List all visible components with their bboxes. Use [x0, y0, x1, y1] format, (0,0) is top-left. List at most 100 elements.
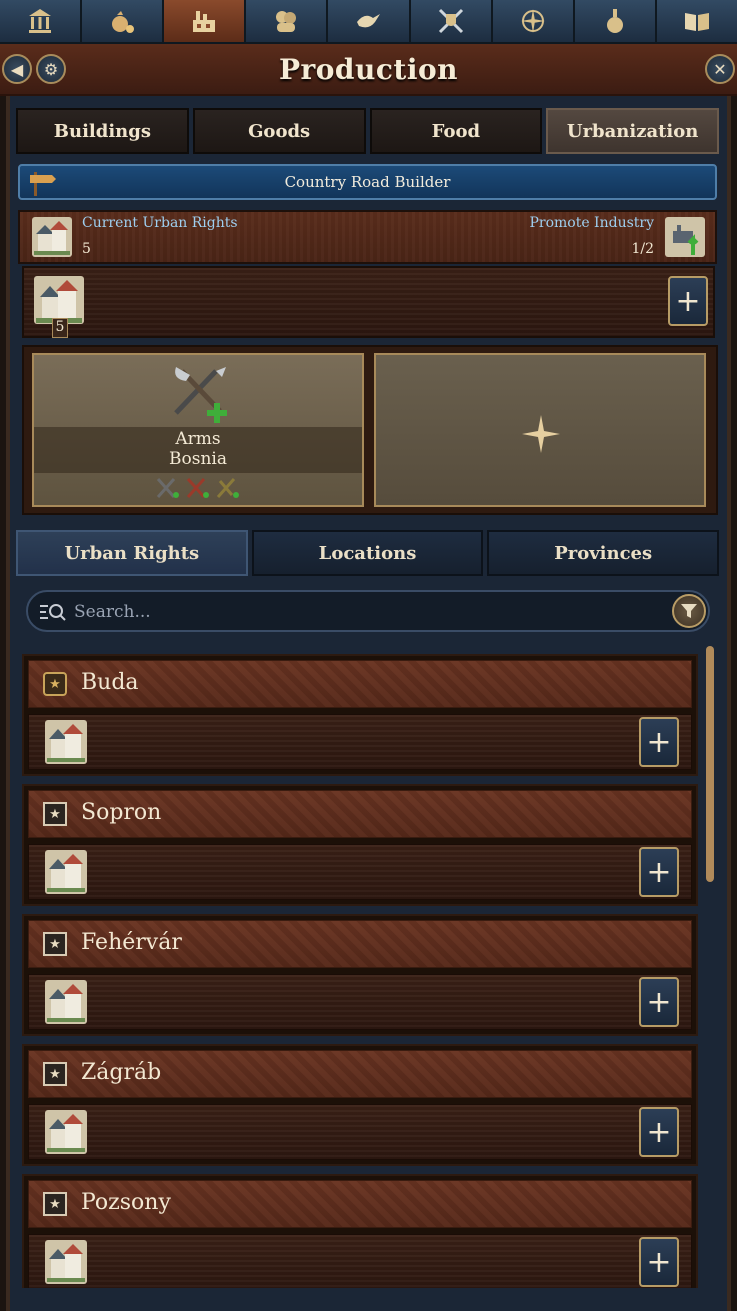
- tab-buildings[interactable]: Buildings: [16, 108, 189, 154]
- location-header[interactable]: ★ Fehérvár: [28, 920, 692, 968]
- star-icon: ★: [43, 1062, 67, 1086]
- tab-provinces[interactable]: Provinces: [487, 530, 720, 576]
- list-item: ★ Zágráb +: [22, 1044, 698, 1166]
- plus-icon: +: [646, 1244, 672, 1280]
- urbanization-list-tabs: Urban Rights Locations Provinces: [16, 530, 720, 576]
- list-item: ★ Fehérvár +: [22, 914, 698, 1036]
- card-good-name: Arms: [175, 429, 221, 449]
- nav-tab-government[interactable]: [0, 0, 83, 42]
- exploration-compass-icon: [520, 9, 545, 33]
- road-builder-label: Country Road Builder: [284, 173, 451, 191]
- location-name: Buda: [81, 670, 139, 695]
- industry-cards: Arms Bosnia: [22, 345, 718, 515]
- page-title: Production: [278, 52, 459, 86]
- tab-food[interactable]: Food: [369, 108, 543, 154]
- current-urban-rights-label: Current Urban Rights: [82, 215, 238, 231]
- production-inputs-icons: [154, 475, 244, 505]
- production-buildings-icon: [193, 11, 216, 32]
- urban-town-icon: [30, 215, 74, 263]
- card-location-name: Bosnia: [169, 449, 227, 469]
- settings-button[interactable]: ⚙: [36, 54, 66, 84]
- filter-funnel-icon: [681, 604, 697, 618]
- urban-rights-summary: Current Urban Rights 5 Promote Industry …: [18, 210, 717, 264]
- empty-industry-slot[interactable]: [374, 353, 706, 507]
- town-building-icon: [43, 1108, 89, 1160]
- location-name: Sopron: [81, 800, 162, 825]
- promote-industry-value: 1/2: [631, 241, 654, 257]
- town-building-icon: [43, 1238, 89, 1288]
- list-item: ★ Buda +: [22, 654, 698, 776]
- plus-icon: +: [646, 1114, 672, 1150]
- list-scrollbar[interactable]: [706, 646, 714, 882]
- plus-icon: +: [646, 724, 672, 760]
- add-urban-right-button[interactable]: +: [639, 717, 679, 767]
- slot-count-badge: 5: [52, 318, 68, 338]
- urban-slot-bar: 5 +: [22, 266, 715, 338]
- location-name: Pozsony: [81, 1190, 171, 1215]
- filter-button[interactable]: [672, 594, 706, 628]
- nav-tab-exploration[interactable]: [493, 0, 575, 42]
- close-icon: ✕: [713, 59, 727, 79]
- nav-tab-production[interactable]: [164, 0, 247, 42]
- add-urban-right-button[interactable]: +: [639, 847, 679, 897]
- location-slot-row: +: [28, 714, 692, 770]
- town-building-icon: [43, 718, 89, 770]
- signpost-icon: [28, 170, 58, 200]
- location-header[interactable]: ★ Zágráb: [28, 1050, 692, 1098]
- promote-industry-label: Promote Industry: [529, 215, 654, 231]
- arms-weapons-icon: [170, 363, 234, 429]
- tab-locations[interactable]: Locations: [251, 530, 484, 576]
- arrow-left-icon: ◀: [10, 59, 24, 79]
- location-slot-row: +: [28, 1104, 692, 1160]
- add-urban-slot-button[interactable]: +: [668, 276, 708, 326]
- tab-urbanization[interactable]: Urbanization: [546, 108, 719, 154]
- knowledge-book-icon: [684, 13, 709, 31]
- nav-tab-diplomacy[interactable]: [328, 0, 411, 42]
- top-navigation: [0, 0, 737, 44]
- gear-icon: ⚙: [43, 59, 59, 79]
- add-urban-right-button[interactable]: +: [639, 1237, 679, 1287]
- search-input[interactable]: [74, 600, 634, 624]
- nav-tab-military[interactable]: [411, 0, 493, 42]
- promote-industry-icon: [663, 215, 707, 263]
- diplomacy-dove-icon: [357, 14, 381, 28]
- add-urban-right-button[interactable]: +: [639, 977, 679, 1027]
- nav-tab-religion[interactable]: [575, 0, 657, 42]
- location-name: Zágráb: [81, 1060, 162, 1085]
- production-tabs: Buildings Goods Food Urbanization: [16, 108, 719, 154]
- town-building-icon: [43, 978, 89, 1030]
- location-name: Fehérvár: [81, 930, 182, 955]
- military-shield-icon: [438, 8, 463, 34]
- location-header[interactable]: ★ Buda: [28, 660, 692, 708]
- location-slot-row: +: [28, 974, 692, 1030]
- industry-card-arms[interactable]: Arms Bosnia: [32, 353, 364, 507]
- moneybag-icon: [112, 11, 135, 33]
- close-button[interactable]: ✕: [705, 54, 735, 84]
- current-urban-rights-value: 5: [82, 241, 91, 257]
- nav-tab-economy[interactable]: [82, 0, 165, 42]
- government-temple-icon: [29, 9, 52, 33]
- search-bar: [26, 590, 710, 632]
- country-road-builder-button[interactable]: Country Road Builder: [18, 164, 717, 200]
- location-slot-row: +: [28, 1234, 692, 1288]
- estates-people-icon: [276, 11, 297, 32]
- list-item: ★ Sopron +: [22, 784, 698, 906]
- back-button[interactable]: ◀: [2, 54, 32, 84]
- star-icon: ★: [43, 932, 67, 956]
- search-icon: [38, 601, 66, 627]
- town-building-icon: [43, 848, 89, 900]
- location-header[interactable]: ★ Pozsony: [28, 1180, 692, 1228]
- plus-icon: +: [675, 283, 701, 319]
- tab-urban-rights[interactable]: Urban Rights: [16, 530, 248, 576]
- nav-tab-estates[interactable]: [246, 0, 329, 42]
- star-icon: ★: [43, 802, 67, 826]
- add-urban-right-button[interactable]: +: [639, 1107, 679, 1157]
- list-item: ★ Pozsony +: [22, 1174, 698, 1288]
- urban-rights-list: ★ Buda + ★ Sopron + ★ Fehérvár + ★ Zágrá…: [22, 648, 698, 1288]
- star-icon: ★: [43, 1192, 67, 1216]
- religion-flask-icon: [606, 9, 623, 33]
- location-header[interactable]: ★ Sopron: [28, 790, 692, 838]
- location-slot-row: +: [28, 844, 692, 900]
- nav-tab-knowledge[interactable]: [657, 0, 737, 42]
- tab-goods[interactable]: Goods: [192, 108, 366, 154]
